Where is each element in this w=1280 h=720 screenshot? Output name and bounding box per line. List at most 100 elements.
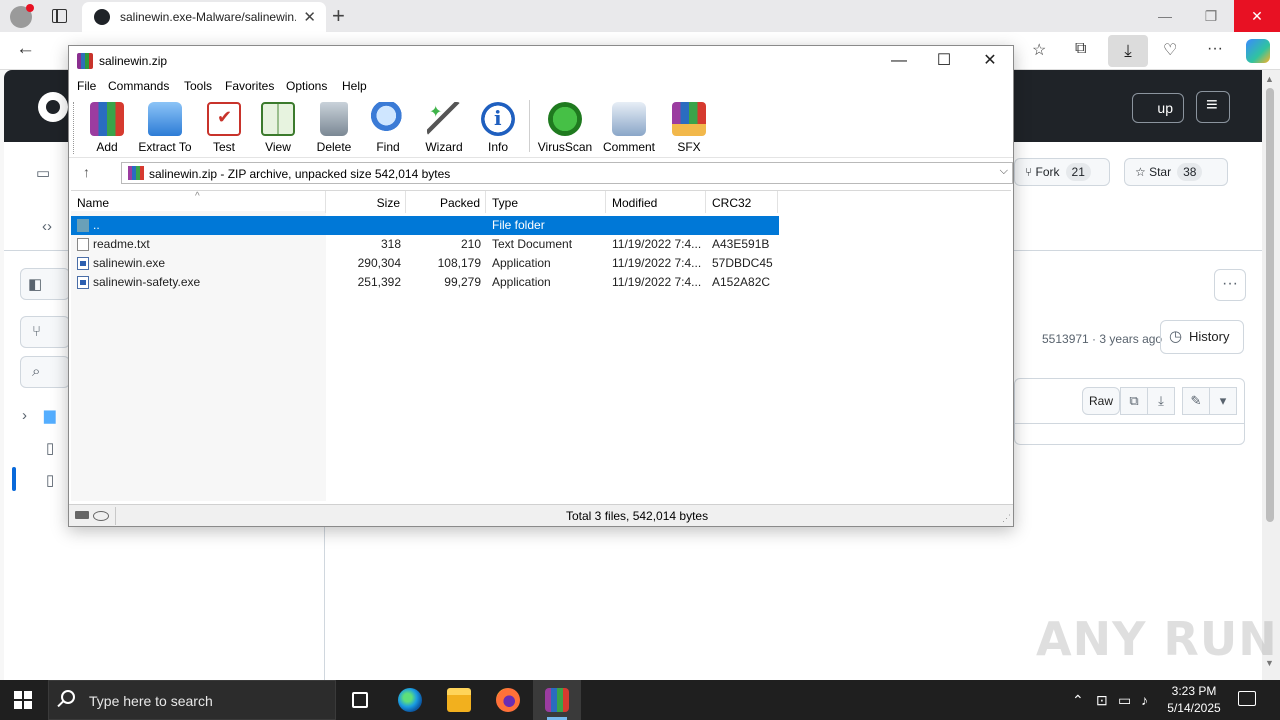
comment-label: Comment: [602, 140, 655, 154]
folder-icon[interactable]: ▆: [44, 406, 56, 424]
delete-button[interactable]: Delete: [304, 100, 364, 156]
file-row[interactable]: salinewin-safety.exe 251,392 99,279 Appl…: [71, 273, 779, 292]
menu-help[interactable]: Help: [342, 79, 367, 93]
fork-button[interactable]: ⑂ Fork 21: [1014, 158, 1110, 186]
github-logo-icon[interactable]: [38, 92, 68, 122]
download-icon[interactable]: ⤓: [1147, 387, 1175, 415]
winrar-minimize-button[interactable]: —: [879, 50, 919, 72]
file-name: salinewin.exe: [93, 256, 166, 270]
downloads-icon[interactable]: ⤓: [1108, 35, 1148, 67]
branch-select[interactable]: [20, 316, 70, 348]
edge-icon: [398, 688, 422, 712]
column-size[interactable]: Size: [326, 191, 406, 213]
find-button[interactable]: Find: [358, 100, 418, 156]
new-tab-button[interactable]: +: [332, 3, 345, 29]
performance-icon[interactable]: ♡: [1163, 40, 1177, 60]
copy-icon[interactable]: ⧉: [1120, 387, 1148, 415]
explorer-taskbar-button[interactable]: [435, 680, 483, 720]
file-row[interactable]: readme.txt 318 210 Text Document 11/19/2…: [71, 235, 779, 254]
clock[interactable]: 3:23 PM 5/14/2025: [1160, 683, 1228, 717]
history-button[interactable]: History: [1160, 320, 1244, 354]
task-view-button[interactable]: [336, 680, 384, 720]
archive-path-dropdown[interactable]: salinewin.zip - ZIP archive, unpacked si…: [121, 162, 1013, 184]
sign-up-button[interactable]: up: [1132, 93, 1184, 123]
copilot-icon[interactable]: [1246, 39, 1270, 63]
sidebar-collapse-icon: ◧: [28, 276, 43, 293]
winrar-titlebar[interactable]: salinewin.zip — ☐ ✕: [69, 46, 1013, 76]
menu-icon[interactable]: [1196, 91, 1230, 123]
collections-icon[interactable]: ⧉: [1075, 40, 1086, 58]
menu-file[interactable]: File: [77, 79, 96, 93]
menu-options[interactable]: Options: [286, 79, 327, 93]
file-type: Application: [492, 256, 551, 270]
menu-commands[interactable]: Commands: [108, 79, 169, 93]
firefox-taskbar-button[interactable]: [484, 680, 532, 720]
tab-close-button[interactable]: ✕: [303, 8, 316, 26]
add-button[interactable]: Add: [77, 100, 137, 156]
resize-grip-icon[interactable]: ⋰: [1002, 513, 1011, 524]
file-modified: 11/19/2022 7:4...: [612, 275, 702, 289]
browser-minimize-button[interactable]: —: [1142, 0, 1188, 32]
notifications-icon[interactable]: [1238, 691, 1256, 706]
test-button[interactable]: Test: [194, 100, 254, 156]
browser-restore-button[interactable]: ❐: [1188, 0, 1234, 32]
winrar-maximize-button[interactable]: ☐: [924, 50, 964, 72]
wizard-button[interactable]: Wizard: [414, 100, 474, 156]
folder-icon: [77, 219, 89, 232]
search-icon: ⌕: [32, 363, 41, 380]
file-type: File folder: [492, 218, 545, 232]
network-icon[interactable]: ▭: [1118, 692, 1131, 709]
extract-to-button[interactable]: Extract To: [135, 100, 195, 156]
back-button[interactable]: ←: [16, 38, 35, 60]
scroll-up-icon[interactable]: ▲: [1265, 74, 1274, 84]
tab-actions-icon[interactable]: [52, 9, 67, 23]
sfx-button[interactable]: SFX: [659, 100, 719, 156]
column-modified[interactable]: Modified: [606, 191, 706, 213]
winrar-close-button[interactable]: ✕: [970, 50, 1010, 72]
view-button[interactable]: View: [248, 100, 308, 156]
up-arrow-icon[interactable]: ↑: [83, 164, 90, 180]
chevron-right-icon[interactable]: ›: [22, 407, 27, 424]
file-type: Text Document: [492, 237, 573, 251]
raw-button[interactable]: Raw: [1082, 387, 1120, 415]
more-options-button[interactable]: ···: [1214, 269, 1246, 301]
taskbar-search-box[interactable]: Type here to search: [48, 680, 336, 720]
star-button[interactable]: ☆ Star 38: [1124, 158, 1228, 186]
browser-close-button[interactable]: ✕: [1234, 0, 1280, 32]
file-icon[interactable]: ▯: [46, 439, 54, 457]
code-icon[interactable]: ‹›: [42, 218, 52, 235]
file-row-parent[interactable]: .. File folder: [71, 216, 779, 235]
comment-button[interactable]: Comment: [599, 100, 659, 156]
commit-info[interactable]: 5513971 · 3 years ago: [1042, 332, 1162, 346]
sort-ascending-icon: ^: [195, 191, 200, 202]
usb-icon[interactable]: ⊡: [1096, 692, 1108, 709]
menu-favorites[interactable]: Favorites: [225, 79, 274, 93]
column-name[interactable]: Name ^: [71, 191, 326, 213]
menu-tools[interactable]: Tools: [184, 79, 212, 93]
favorites-icon[interactable]: ☆: [1032, 40, 1046, 60]
file-packed: 108,179: [437, 256, 481, 270]
chevron-down-icon[interactable]: ▾: [1209, 387, 1237, 415]
chevron-up-icon[interactable]: ⌃: [1072, 692, 1084, 709]
column-crc32[interactable]: CRC32: [706, 191, 778, 213]
edge-taskbar-button[interactable]: [386, 680, 434, 720]
start-button[interactable]: [14, 691, 32, 709]
scrollbar-thumb[interactable]: [1266, 88, 1274, 522]
file-search-input[interactable]: [20, 356, 70, 388]
chevron-down-icon[interactable]: ⌵: [1000, 165, 1008, 178]
info-button[interactable]: Info: [468, 100, 528, 156]
drive-key-icon[interactable]: [75, 511, 109, 521]
star-icon: ☆: [1135, 165, 1150, 179]
winrar-taskbar-button[interactable]: [533, 680, 581, 720]
more-icon[interactable]: ···: [1207, 40, 1223, 58]
profile-icon[interactable]: [10, 4, 34, 28]
file-icon[interactable]: ▯: [46, 471, 54, 489]
column-packed[interactable]: Packed: [406, 191, 486, 213]
edit-icon[interactable]: ✎: [1182, 387, 1210, 415]
volume-icon[interactable]: ♪: [1141, 692, 1148, 708]
file-row[interactable]: salinewin.exe 290,304 108,179 Applicatio…: [71, 254, 779, 273]
virusscan-button[interactable]: VirusScan: [535, 100, 595, 156]
browser-tab[interactable]: salinewin.exe-Malware/salinewin.exe ✕: [82, 2, 326, 32]
github-favicon-icon: [94, 9, 110, 25]
column-type[interactable]: Type: [486, 191, 606, 213]
